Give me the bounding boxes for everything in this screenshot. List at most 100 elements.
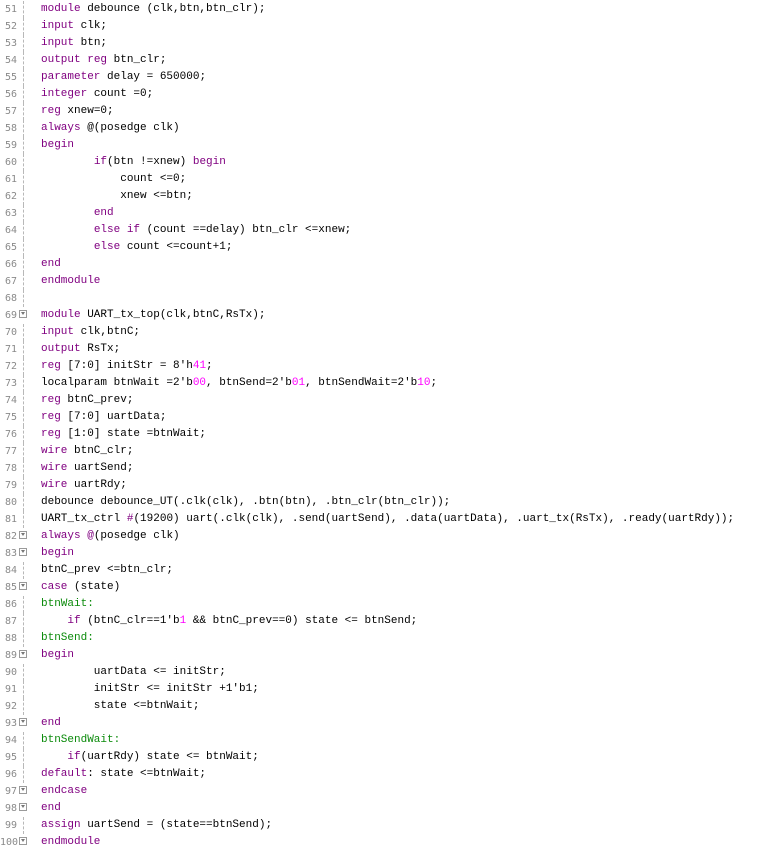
fold-guide <box>23 154 24 171</box>
line-number: 79 <box>4 480 17 491</box>
code-line[interactable]: 89 begin <box>0 647 775 664</box>
code-line[interactable]: 61 count <=0; <box>0 171 775 188</box>
code-line[interactable]: 93 end <box>0 715 775 732</box>
code-line[interactable]: 77 wire btnC_clr; <box>0 443 775 460</box>
code-line[interactable]: 99 assign uartSend = (state==btnSend); <box>0 817 775 834</box>
code-token: uartRdy; <box>67 479 127 491</box>
code-line[interactable]: 98 end <box>0 800 775 817</box>
code-line[interactable]: 62 xnew <=btn; <box>0 188 775 205</box>
code-line[interactable]: 52 input clk; <box>0 18 775 35</box>
code-text: endmodule <box>41 834 100 851</box>
line-number: 72 <box>4 361 17 372</box>
code-line[interactable]: 67 endmodule <box>0 273 775 290</box>
code-token: (state) <box>67 581 121 593</box>
code-line[interactable]: 95 if(uartRdy) state <= btnWait; <box>0 749 775 766</box>
line-number: 80 <box>4 497 17 508</box>
code-line[interactable]: 85 case (state) <box>0 579 775 596</box>
code-line[interactable]: 59 begin <box>0 137 775 154</box>
code-line[interactable]: 65 else count <=count+1; <box>0 239 775 256</box>
number-token: 10 <box>417 377 431 389</box>
code-line[interactable]: 75 reg [7:0] uartData; <box>0 409 775 426</box>
code-token: clk; <box>74 20 108 32</box>
code-line[interactable]: 63 end <box>0 205 775 222</box>
code-line[interactable]: 94 btnSendWait: <box>0 732 775 749</box>
code-line[interactable]: 51 module debounce (clk,btn,btn_clr); <box>0 1 775 18</box>
fold-guide <box>23 732 24 749</box>
code-line[interactable]: 53 input btn; <box>0 35 775 52</box>
code-line[interactable]: 90 uartData <= initStr; <box>0 664 775 681</box>
line-number: 97 <box>4 786 17 797</box>
code-line[interactable]: 82 always @(posedge clk) <box>0 528 775 545</box>
fold-toggle-icon[interactable] <box>19 531 27 539</box>
code-line[interactable]: 76 reg [1:0] state =btnWait; <box>0 426 775 443</box>
keyword-token: endmodule <box>41 836 101 848</box>
code-line[interactable]: 100 endmodule <box>0 834 775 851</box>
code-line[interactable]: 87 if (btnC_clr==1'b1 && btnC_prev==0) s… <box>0 613 775 630</box>
code-token: RsTx; <box>80 343 121 355</box>
code-line[interactable]: 68 <box>0 290 775 307</box>
code-line[interactable]: 71 output RsTx; <box>0 341 775 358</box>
code-line[interactable]: 73 localparam btnWait =2'b00, btnSend=2'b… <box>0 375 775 392</box>
code-line[interactable]: 79 wire uartRdy; <box>0 477 775 494</box>
keyword-token: module <box>41 3 81 15</box>
number-token: 01 <box>291 377 306 389</box>
fold-toggle-icon[interactable] <box>19 548 27 556</box>
code-text: if (btnC_clr==1'b1 && btnC_prev==0) stat… <box>41 613 417 630</box>
code-line[interactable]: 69 module UART_tx_top(clk,btnC,RsTx); <box>0 307 775 324</box>
keyword-token: reg <box>41 394 61 406</box>
keyword-token: else <box>93 241 121 253</box>
code-line[interactable]: 80 debounce debounce_UT(.clk(clk), .btn(b… <box>0 494 775 511</box>
code-line[interactable]: 64 else if (count ==delay) btn_clr <=xne… <box>0 222 775 239</box>
code-line[interactable]: 60 if(btn !=xnew) begin <box>0 154 775 171</box>
code-line[interactable]: 86 btnWait: <box>0 596 775 613</box>
code-token: clk,btnC; <box>74 326 141 338</box>
line-number: 98 <box>4 803 17 814</box>
code-line[interactable]: 58 always @(posedge clk) <box>0 120 775 137</box>
code-line[interactable]: 92 state <=btnWait; <box>0 698 775 715</box>
code-line[interactable]: 54 output reg btn_clr; <box>0 52 775 69</box>
line-number: 55 <box>4 72 17 83</box>
code-editor[interactable]: 51 module debounce (clk,btn,btn_clr); 52 in… <box>0 0 775 854</box>
code-text: module UART_tx_top(clk,btnC,RsTx); <box>41 307 265 324</box>
code-line[interactable]: 70 input clk,btnC; <box>0 324 775 341</box>
code-line[interactable]: 66 end <box>0 256 775 273</box>
fold-toggle-icon[interactable] <box>19 837 27 845</box>
code-text: btnSendWait: <box>41 732 120 749</box>
code-token: (uartRdy) state <= btnWait; <box>80 751 259 763</box>
keyword-token: input <box>41 37 75 49</box>
code-line[interactable]: 78 wire uartSend; <box>0 460 775 477</box>
fold-guide <box>23 375 24 392</box>
fold-toggle-icon[interactable] <box>19 718 27 726</box>
code-token: && btnC_prev==0) state <= btnSend; <box>186 615 418 627</box>
fold-guide <box>23 205 24 222</box>
code-line[interactable]: 56 integer count =0; <box>0 86 775 103</box>
keyword-token: output <box>41 54 81 66</box>
keyword-token: begin <box>192 156 226 168</box>
code-line[interactable]: 81 UART_tx_ctrl #(19200) uart(.clk(clk), … <box>0 511 775 528</box>
code-line[interactable]: 83 begin <box>0 545 775 562</box>
fold-toggle-icon[interactable] <box>19 803 27 811</box>
line-number: 83 <box>4 548 17 559</box>
fold-toggle-icon[interactable] <box>19 786 27 794</box>
code-line[interactable]: 97 endcase <box>0 783 775 800</box>
code-line[interactable]: 96 default: state <=btnWait; <box>0 766 775 783</box>
code-token: UART_tx_top(clk,btnC,RsTx); <box>80 309 266 321</box>
line-number: 58 <box>4 123 17 134</box>
fold-guide <box>23 137 24 154</box>
code-line[interactable]: 72 reg [7:0] initStr = 8'h41; <box>0 358 775 375</box>
fold-toggle-icon[interactable] <box>19 650 27 658</box>
code-line[interactable]: 88 btnSend: <box>0 630 775 647</box>
fold-toggle-icon[interactable] <box>19 310 27 318</box>
code-text: wire btnC_clr; <box>41 443 133 460</box>
code-line[interactable]: 55 parameter delay = 650000; <box>0 69 775 86</box>
code-text: uartData <= initStr; <box>41 664 226 681</box>
line-number: 78 <box>4 463 17 474</box>
code-line[interactable]: 57 reg xnew=0; <box>0 103 775 120</box>
fold-guide <box>23 290 24 307</box>
code-line[interactable]: 74 reg btnC_prev; <box>0 392 775 409</box>
line-number: 81 <box>4 514 17 525</box>
code-line[interactable]: 91 initStr <= initStr +1'b1; <box>0 681 775 698</box>
code-line[interactable]: 84 btnC_prev <=btn_clr; <box>0 562 775 579</box>
fold-toggle-icon[interactable] <box>19 582 27 590</box>
code-token: uartSend = (state==btnSend); <box>80 819 273 831</box>
